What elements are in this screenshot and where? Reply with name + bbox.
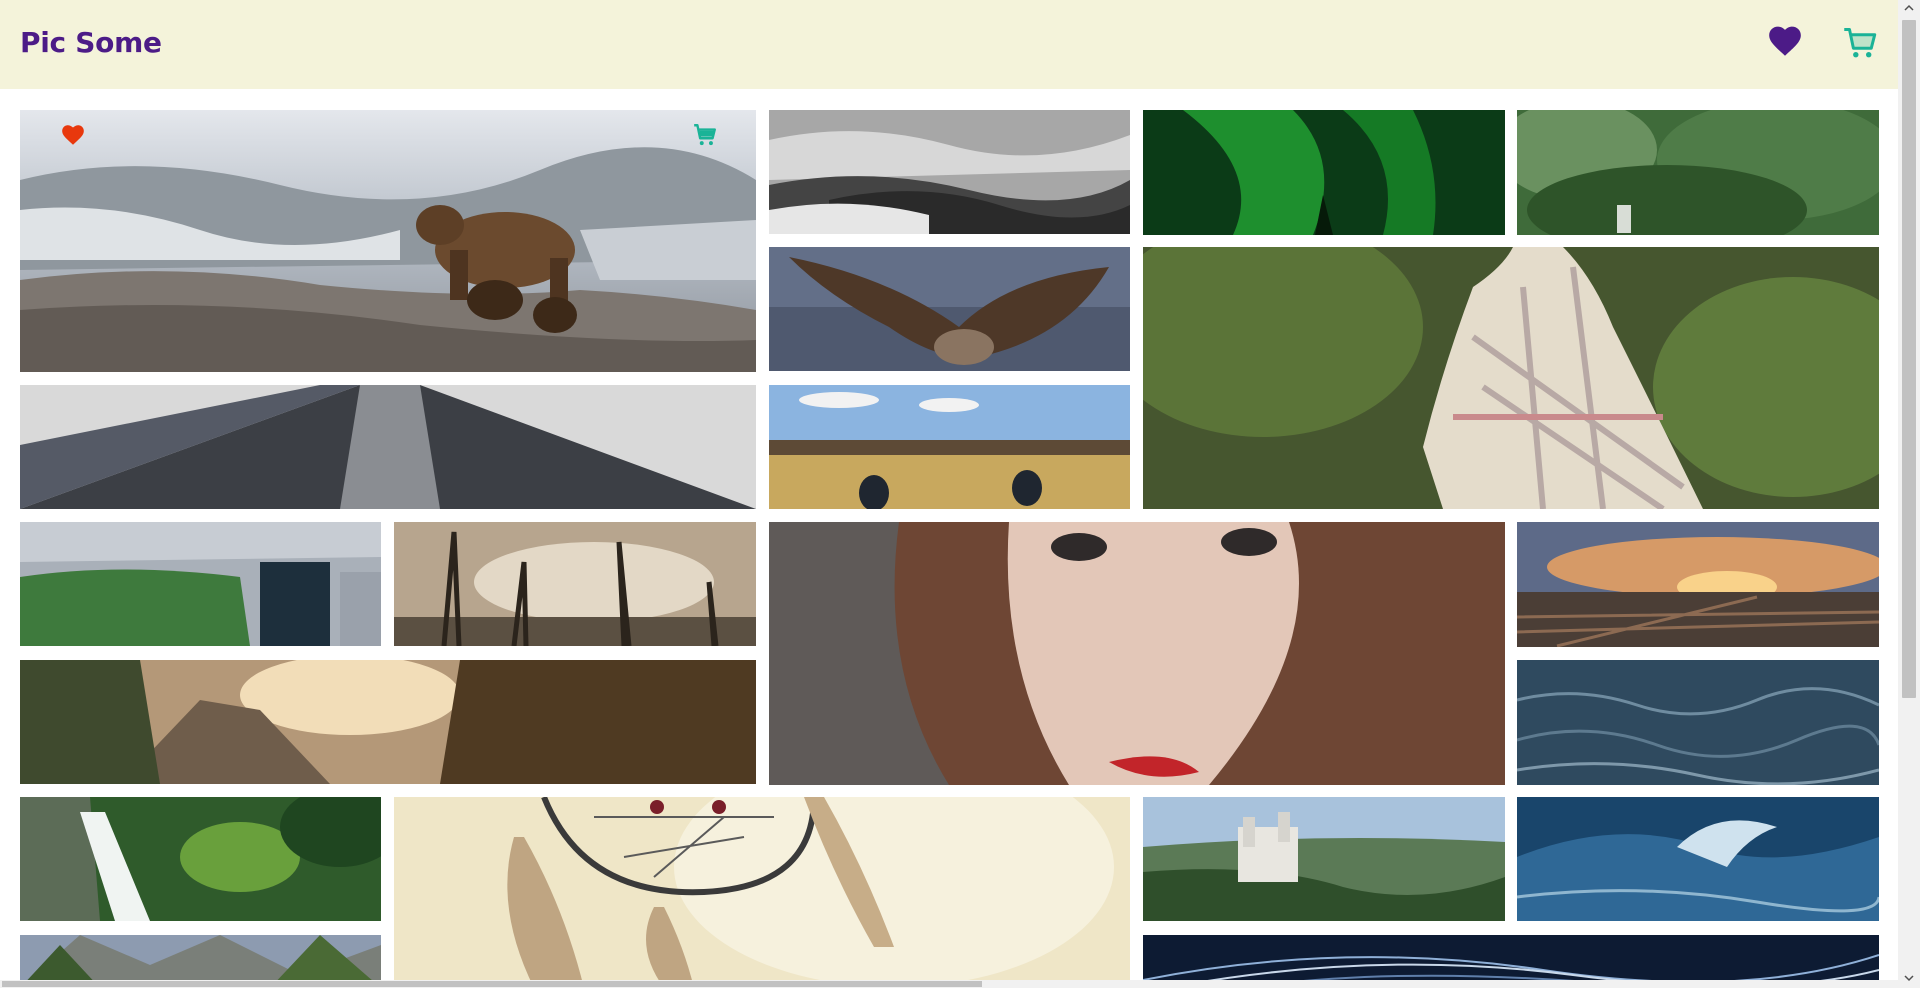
scroll-down-arrow-icon[interactable] — [1903, 972, 1915, 984]
photo-city-park[interactable] — [20, 522, 381, 646]
favorite-heart-icon[interactable] — [60, 122, 86, 148]
photo-ocean-waves[interactable] — [1517, 660, 1879, 785]
photo-foggy-forest[interactable] — [769, 110, 1130, 234]
photo-mountain-sunset[interactable] — [20, 660, 756, 784]
photo-woman-face[interactable] — [769, 522, 1505, 785]
train-yard-image — [1517, 522, 1879, 647]
app-header: Pic Some — [0, 0, 1898, 89]
app-logo[interactable]: Pic Some — [20, 26, 162, 59]
photo-blue-wave[interactable] — [1517, 797, 1879, 921]
vertical-scrollbar[interactable] — [1898, 0, 1920, 988]
dreamcatcher-image — [394, 797, 1130, 988]
ocean-waves-image — [1517, 660, 1879, 785]
woman-face-image — [769, 522, 1505, 785]
foggy-forest-image — [769, 110, 1130, 234]
city-park-image — [20, 522, 381, 646]
photo-dog-in-blanket[interactable] — [1143, 247, 1879, 509]
photo-waterfall[interactable] — [20, 797, 381, 921]
mountain-sunset-image — [20, 660, 756, 784]
photo-train-yard-sunset[interactable] — [1517, 522, 1879, 647]
scrollbar-thumb[interactable] — [1902, 20, 1916, 698]
dog-blanket-image — [1143, 247, 1879, 509]
photo-bear-with-cubs[interactable] — [20, 110, 756, 372]
photo-northern-lights[interactable] — [1143, 110, 1505, 235]
horizontal-scrollbar[interactable] — [0, 980, 1898, 988]
blue-wave-image — [1517, 797, 1879, 921]
waterfall-image — [20, 797, 381, 921]
skyscraper-image — [20, 385, 756, 509]
bear-image — [20, 110, 756, 372]
photo-sneakers-in-field[interactable] — [769, 385, 1130, 509]
northern-lights-image — [1143, 110, 1505, 235]
photo-vulture[interactable] — [769, 247, 1130, 371]
sneakers-image — [769, 385, 1130, 509]
photo-dreamcatcher[interactable] — [394, 797, 1130, 988]
castle-image — [1143, 797, 1505, 921]
photo-castle[interactable] — [1143, 797, 1505, 921]
hiker-image — [1517, 110, 1879, 235]
photo-skyscraper[interactable] — [20, 385, 756, 509]
photo-hiker-in-bushes[interactable] — [1517, 110, 1879, 235]
horizontal-scrollbar-thumb[interactable] — [2, 981, 982, 987]
vulture-image — [769, 247, 1130, 371]
dead-trees-image — [394, 522, 756, 646]
scroll-up-arrow-icon[interactable] — [1903, 2, 1915, 14]
shopping-cart-icon[interactable] — [1842, 25, 1878, 61]
favorites-heart-icon[interactable] — [1766, 22, 1804, 60]
photo-grid — [0, 0, 1898, 988]
add-to-cart-icon[interactable] — [692, 122, 718, 148]
photo-dead-trees[interactable] — [394, 522, 756, 646]
